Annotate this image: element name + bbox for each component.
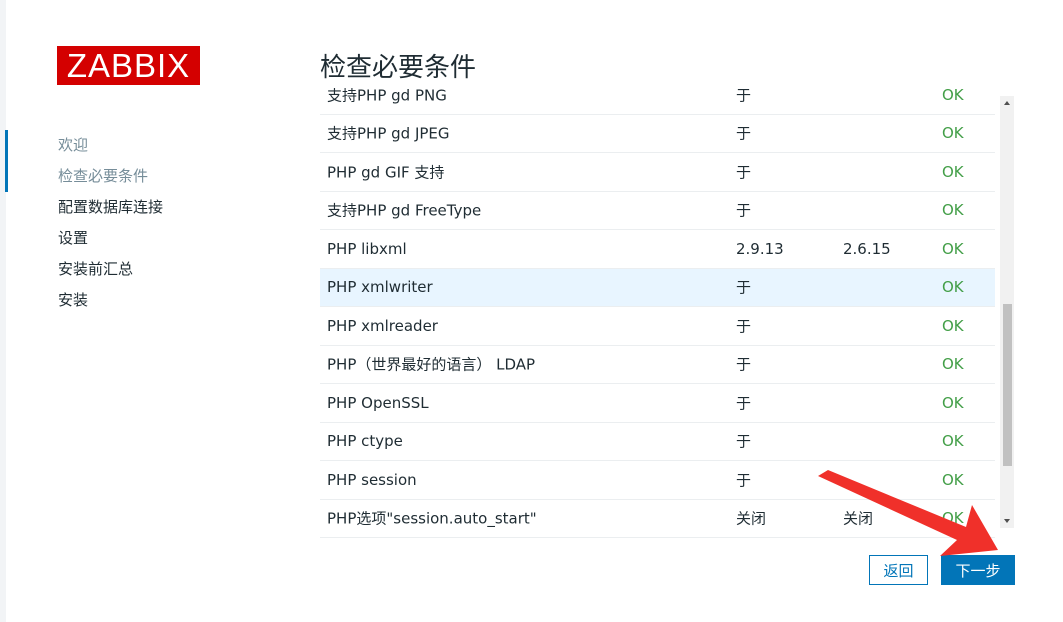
status-value: OK <box>942 316 964 335</box>
table-row: PHP libxml 2.9.13 2.6.15 OK <box>320 230 995 269</box>
table-row: 支持PHP gd JPEG 于 OK <box>320 115 995 153</box>
nav-item-welcome[interactable]: 欢迎 <box>0 130 260 161</box>
table-row: PHP xmlreader 于 OK <box>320 307 995 346</box>
table-row: PHP xmlwriter 于 OK <box>320 268 995 307</box>
requirement-name: PHP gd GIF 支持 <box>327 163 445 182</box>
status-value: OK <box>942 201 964 220</box>
requirement-name: PHP libxml <box>327 239 407 258</box>
status-value: OK <box>942 393 964 412</box>
table-row: PHP OpenSSL 于 OK <box>320 384 995 423</box>
nav-item-db-connection[interactable]: 配置数据库连接 <box>0 192 260 223</box>
scroll-up-arrow-icon[interactable] <box>1004 101 1010 105</box>
requirement-name: PHP xmlreader <box>327 316 438 335</box>
status-value: OK <box>942 432 964 451</box>
requirement-name: PHP选项"session.auto_start" <box>327 509 537 528</box>
status-value: OK <box>942 355 964 374</box>
requirement-name: PHP OpenSSL <box>327 393 429 412</box>
table-row: PHP（世界最好的语言） LDAP 于 OK <box>320 346 995 384</box>
current-value: 2.9.13 <box>736 239 784 258</box>
requirement-name: 支持PHP gd JPEG <box>327 124 450 143</box>
current-value: 于 <box>736 471 752 490</box>
nav-item-settings[interactable]: 设置 <box>0 223 260 254</box>
next-button[interactable]: 下一步 <box>941 555 1015 585</box>
table-row: PHP ctype 于 OK <box>320 423 995 461</box>
nav-item-pre-install-summary[interactable]: 安装前汇总 <box>0 254 260 285</box>
scroll-down-arrow-icon[interactable] <box>1004 519 1010 523</box>
table-row: 支持PHP gd FreeType 于 OK <box>320 192 995 230</box>
status-value: OK <box>942 162 964 181</box>
status-value: OK <box>942 278 964 297</box>
requirement-name: 支持PHP gd FreeType <box>327 201 482 220</box>
current-value: 关闭 <box>736 509 767 528</box>
table-scrollbar[interactable] <box>1000 96 1014 528</box>
table-body: 支持PHP gd PNG 于 OK 支持PHP gd JPEG 于 OK PHP gd GI… <box>320 88 995 538</box>
requirement-name: PHP ctype <box>327 432 403 451</box>
requirement-name: PHP xmlwriter <box>327 278 433 297</box>
table-row: PHP gd GIF 支持 于 OK <box>320 153 995 192</box>
current-value: 于 <box>736 317 752 336</box>
setup-steps-nav: 欢迎 检查必要条件 配置数据库连接 设置 安装前汇总 安装 <box>0 130 260 316</box>
requirement-name: PHP（世界最好的语言） LDAP <box>327 355 536 374</box>
required-value: 关闭 <box>843 509 874 528</box>
status-value: OK <box>942 88 964 104</box>
back-button[interactable]: 返回 <box>869 555 928 585</box>
table-row: 支持PHP gd PNG 于 OK <box>320 88 995 115</box>
current-value: 于 <box>736 278 752 297</box>
required-value: 2.6.15 <box>843 239 891 258</box>
current-value: 于 <box>736 88 752 105</box>
zabbix-logo: ZABBIX <box>57 46 200 85</box>
table-row: PHP session 于 OK <box>320 461 995 500</box>
scroll-thumb[interactable] <box>1003 304 1012 466</box>
requirement-name: 支持PHP gd PNG <box>327 88 447 105</box>
current-value: 于 <box>736 163 752 182</box>
nav-item-install[interactable]: 安装 <box>0 285 260 316</box>
nav-item-check-prerequisites[interactable]: 检查必要条件 <box>0 161 260 192</box>
current-value: 于 <box>736 355 752 374</box>
status-value: OK <box>942 239 964 258</box>
prerequisites-table[interactable]: 支持PHP gd PNG 于 OK 支持PHP gd JPEG 于 OK PHP gd GI… <box>320 88 995 538</box>
current-value: 于 <box>736 124 752 143</box>
logo-text: ZABBIX <box>66 47 191 84</box>
page-title: 检查必要条件 <box>320 53 477 83</box>
table-row: PHP选项"session.auto_start" 关闭 关闭 OK <box>320 500 995 538</box>
status-value: OK <box>942 509 964 528</box>
status-value: OK <box>942 470 964 489</box>
current-value: 于 <box>736 432 752 451</box>
current-value: 于 <box>736 201 752 220</box>
current-value: 于 <box>736 394 752 413</box>
requirement-name: PHP session <box>327 470 417 489</box>
status-value: OK <box>942 124 964 143</box>
